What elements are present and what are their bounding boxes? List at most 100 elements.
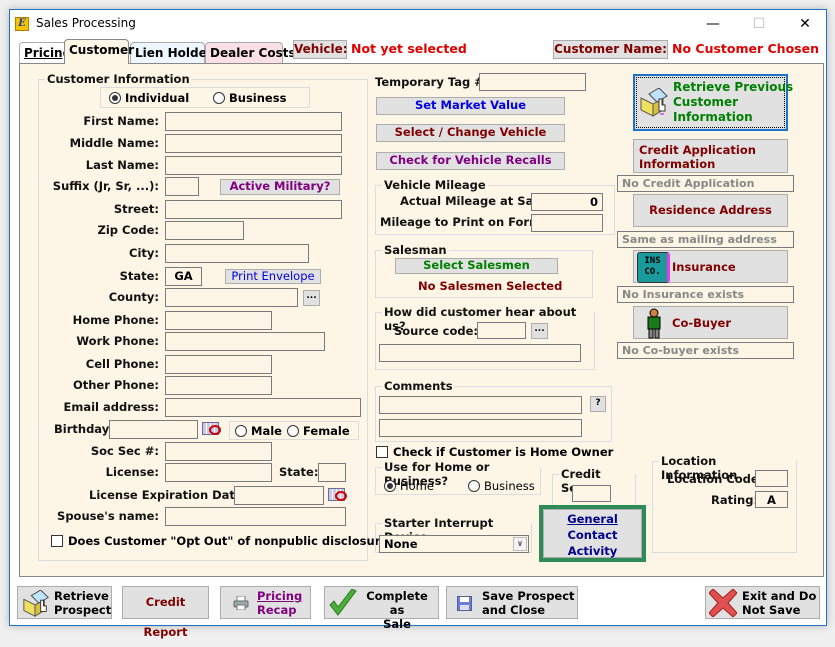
set-market-value-button[interactable]: Set Market Value [376,97,565,115]
home-owner-checkbox-box[interactable] [376,446,388,458]
comments-help-button[interactable]: ? [590,396,606,412]
tab-customer[interactable]: Customer [64,39,134,64]
license-expiration-input[interactable] [234,486,324,505]
work-phone-input[interactable] [165,332,325,351]
suffix-input[interactable] [165,177,199,196]
minimize-button[interactable]: — [690,10,736,38]
pricing-recap-line1: Pricing [257,589,303,603]
county-input[interactable] [165,288,298,307]
city-label: City: [129,246,159,260]
source-code-label: Source code: [394,324,479,338]
source-code-lookup-button[interactable]: ... [531,323,548,339]
radio-female-circle[interactable] [287,425,299,437]
license-expiration-label: License Expiration Date: [89,488,248,502]
print-mileage-input[interactable] [531,214,603,232]
save-prospect-line2: and Close [482,603,546,617]
birthday-calendar-icon[interactable] [202,422,221,435]
co-buyer-button[interactable]: Co-Buyer [633,306,788,339]
active-military-button[interactable]: Active Military? [220,179,340,195]
comments-line2-input[interactable] [379,419,582,437]
credit-app-line2: Information [639,157,716,171]
birthday-input[interactable] [109,420,198,439]
folder-hand-icon [639,87,669,118]
title-bar[interactable]: E Sales Processing — ☐ ✕ [10,10,826,38]
save-prospect-and-close-button[interactable]: Save Prospect and Close [446,586,578,619]
street-input[interactable] [165,200,342,219]
license-state-input[interactable] [318,463,346,482]
floppy-disk-icon [456,595,473,612]
customer-name-label-button[interactable]: Customer Name: [553,40,668,59]
radio-individual-circle[interactable] [109,92,121,104]
retrieve-prospect-button[interactable]: Retrieve Prospect [17,586,112,619]
credit-application-button[interactable]: Credit Application Information [633,139,788,173]
radio-male-circle[interactable] [235,425,247,437]
last-name-input[interactable] [165,156,342,175]
radio-use-business-label: Business [484,479,535,493]
credit-app-status: No Credit Application [617,175,794,192]
radio-business[interactable]: Business [213,91,286,105]
spouse-name-input[interactable] [165,507,346,526]
complete-as-sale-button[interactable]: Complete as Sale [324,586,439,631]
middle-name-input[interactable] [165,134,342,153]
window-title: Sales Processing [36,16,136,30]
radio-female-label: Female [303,424,350,438]
radio-use-business-circle[interactable] [468,480,480,492]
rating-input[interactable]: A [755,491,788,508]
general-contact-activity-button[interactable]: General Contact Activity [543,509,642,558]
source-code-input[interactable] [477,322,526,339]
check-vehicle-recalls-button[interactable]: Check for Vehicle Recalls [376,152,565,170]
location-code-label: Location Code: [667,472,764,486]
radio-use-home[interactable]: Home [384,479,434,493]
tab-dealer-costs[interactable]: Dealer Costs [205,42,296,64]
vehicle-status: Not yet selected [351,41,467,56]
radio-individual[interactable]: Individual [109,91,189,105]
radio-use-business[interactable]: Business [468,479,535,493]
comments-line1-input[interactable] [379,396,582,414]
email-input[interactable] [165,398,361,417]
select-change-vehicle-button[interactable]: Select / Change Vehicle [376,124,565,142]
location-code-input[interactable] [755,470,788,487]
tab-pricing[interactable]: Pricing [19,42,71,64]
save-prospect-line1: Save Prospect [482,589,575,603]
customer-information-title: Customer Information [45,72,192,86]
complete-sale-line1: Complete as [366,589,428,617]
radio-male[interactable]: Male [235,424,282,438]
starter-interrupt-select[interactable]: None ∨ [379,535,529,553]
license-expiration-calendar-icon[interactable] [328,488,347,501]
vehicle-label-button[interactable]: Vehicle: [293,40,348,59]
comments-title: Comments [382,379,455,393]
home-owner-checkbox[interactable]: Check if Customer is Home Owner [376,445,613,459]
insurance-button[interactable]: INS CO. Insurance [633,250,788,283]
residence-address-button[interactable]: Residence Address [633,194,788,227]
ssn-input[interactable] [165,442,272,461]
state-input[interactable]: GA [165,267,202,286]
select-salesmen-button[interactable]: Select Salesmen [395,258,558,274]
home-phone-input[interactable] [165,311,272,330]
temporary-tag-input[interactable] [479,73,586,91]
close-button[interactable]: ✕ [782,10,828,38]
pricing-recap-button[interactable]: Pricing Recap [220,586,311,619]
opt-out-checkbox-box[interactable] [51,535,63,547]
opt-out-checkbox[interactable]: Does Customer "Opt Out" of nonpublic dis… [51,534,395,548]
print-envelope-button[interactable]: Print Envelope [225,269,321,284]
exit-without-saving-button[interactable]: Exit and Do Not Save [705,586,820,619]
county-lookup-button[interactable]: ... [303,290,320,306]
actual-mileage-input[interactable]: 0 [531,193,603,211]
credit-score-input[interactable] [572,485,611,502]
cell-phone-input[interactable] [165,355,272,374]
radio-business-circle[interactable] [213,92,225,104]
other-phone-input[interactable] [165,376,272,395]
city-input[interactable] [165,244,309,263]
first-name-input[interactable] [165,112,342,131]
checkmark-icon [328,588,358,617]
radio-female[interactable]: Female [287,424,350,438]
zip-code-input[interactable] [165,221,244,240]
radio-use-home-circle[interactable] [384,480,396,492]
retrieve-prospect-line2: Prospect [54,603,112,617]
credit-report-button[interactable]: Credit Report [122,586,209,639]
tab-lien-holder[interactable]: Lien Holder [130,42,213,64]
retrieve-previous-customer-button[interactable]: Retrieve Previous Customer Information [633,74,793,131]
license-input[interactable] [165,463,272,482]
chevron-down-icon[interactable]: ∨ [513,537,527,551]
source-description-input[interactable] [379,344,581,362]
